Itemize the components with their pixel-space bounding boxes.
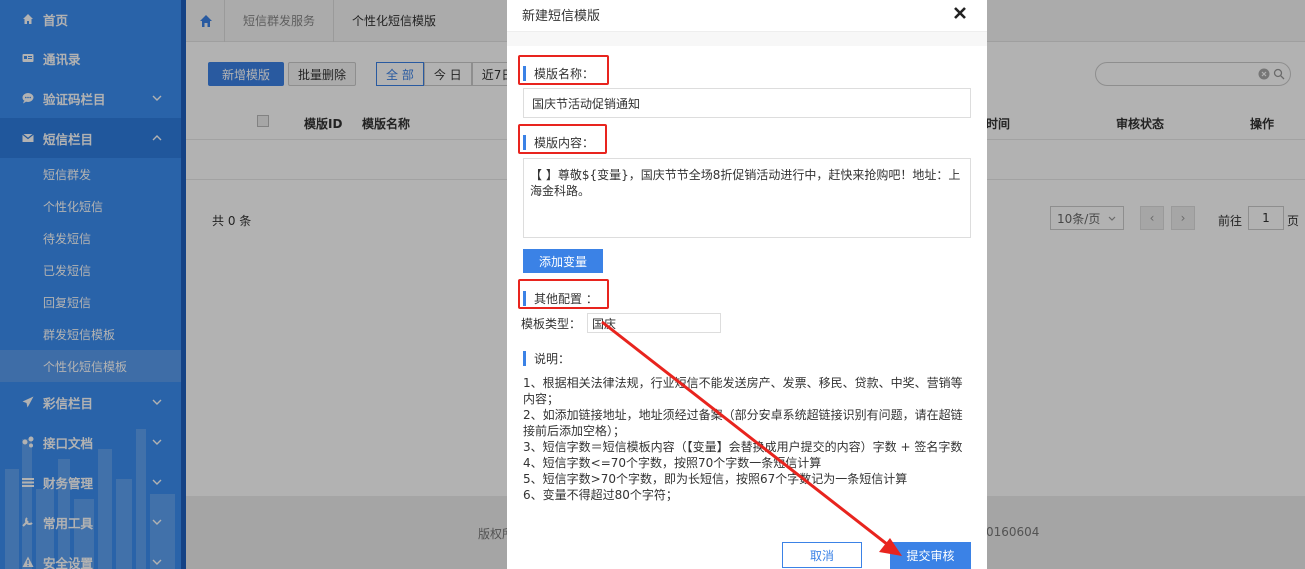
template-name-input[interactable]: 国庆节活动促销通知	[523, 88, 971, 118]
notes-list: 1、根据相关法律法规，行业短信不能发送房产、发票、移民、贷款、中奖、营销等内容；…	[523, 375, 971, 503]
note-item: 1、根据相关法律法规，行业短信不能发送房产、发票、移民、贷款、中奖、营销等内容；	[523, 376, 963, 406]
notes-label: 说明：	[523, 350, 570, 367]
note-item: 6、变量不得超过80个字符；	[523, 488, 678, 502]
add-variable-button[interactable]: 添加变量	[523, 249, 603, 273]
dialog-header: 新建短信模版	[507, 0, 987, 32]
template-content-textarea[interactable]: 【 】尊敬${变量}，国庆节节全场8折促销活动进行中，赶快来抢购吧！地址：上海金…	[523, 158, 971, 238]
submit-review-button[interactable]: 提交审核	[890, 542, 971, 569]
dialog-title: 新建短信模版	[522, 9, 601, 24]
template-type-label: 模板类型：	[521, 316, 582, 331]
cancel-button[interactable]: 取消	[782, 542, 862, 568]
note-item: 2、如添加链接地址，地址须经过备案（部分安卓系统超链接识别有问题，请在超链接前后…	[523, 408, 963, 438]
dialog-body-top-strip	[507, 32, 987, 46]
close-icon[interactable]	[953, 6, 967, 20]
template-type-row: 模板类型： 国庆	[521, 313, 722, 333]
annotation-box-other	[518, 279, 609, 309]
section-marker	[523, 351, 526, 366]
template-type-input[interactable]: 国庆	[587, 313, 722, 333]
note-item: 4、短信字数<=70个字数，按照70个字数一条短信计算	[523, 456, 822, 470]
annotation-box-name	[518, 55, 609, 85]
note-item: 5、短信字数>70个字数，即为长短信，按照67个字数记为一条短信计算	[523, 472, 908, 486]
annotation-box-content	[518, 124, 607, 154]
note-item: 3、短信字数＝短信模板内容（【变量】会替换成用户提交的内容）字数 + 签名字数	[523, 440, 963, 454]
